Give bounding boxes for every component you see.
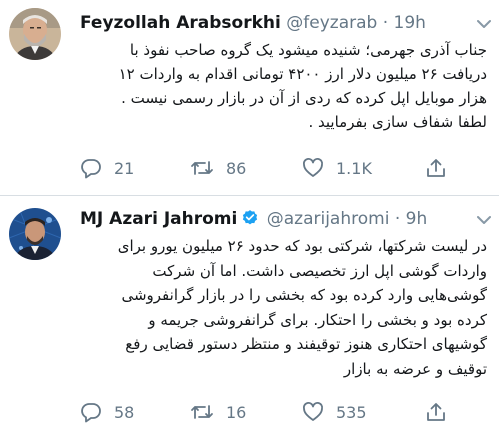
tweet-text: جناب آذری جهرمی؛ شنیده میشود یک گروه صاح… <box>78 38 487 134</box>
display-name[interactable]: MJ Azari Jahromi <box>80 209 237 229</box>
tweet-text-line: کرده بود و بخشی را احتکار. برای گرانفروش… <box>148 310 487 329</box>
tweet-text-line: واردات گوشی اپل ارز تخصیصی داشت. اما آن … <box>152 261 487 280</box>
tweet-text-line: گوشیهای احتکاری هنوز توقیفند و منتظر دست… <box>125 335 487 353</box>
tweet-text-line: لطفا شفاف سازی بفرمایید . <box>308 113 488 131</box>
reply-count: 58 <box>114 402 135 422</box>
tweet-header: Feyzollah Arabsorkhi @feyzarab · 19h <box>80 12 469 34</box>
tweet-text-line: هزار موبایل اپل کرده که ردی از آن در باز… <box>121 89 487 107</box>
share-icon <box>425 401 447 423</box>
like-button[interactable]: 1.1K <box>302 157 372 179</box>
separator-dot: · <box>382 13 389 33</box>
avatar[interactable] <box>9 8 61 60</box>
reply-icon <box>80 157 102 179</box>
retweet-count: 16 <box>226 402 247 422</box>
user-handle[interactable]: @feyzarab <box>286 13 377 33</box>
tweet-header: MJ Azari Jahromi @azarijahromi · 9h <box>80 208 469 233</box>
like-count: 1.1K <box>336 158 372 178</box>
user-handle[interactable]: @azarijahromi <box>267 209 390 229</box>
reply-count: 21 <box>114 158 135 178</box>
reply-button[interactable]: 21 <box>80 157 134 179</box>
heart-icon <box>302 157 324 179</box>
tweet-actions: 58 16 535 <box>80 401 479 427</box>
tweet-text-line: توقیف و عرضه به بازار <box>343 359 487 378</box>
tweet-actions: 21 86 1.1K <box>80 157 479 183</box>
share-icon <box>425 157 447 179</box>
retweet-button[interactable]: 16 <box>190 401 246 423</box>
avatar[interactable] <box>9 208 61 260</box>
tweet-text-line: دریافت ۲۶ میلیون دلار ارز ۴۲۰۰ تومانی اق… <box>118 65 487 83</box>
timestamp[interactable]: 9h <box>406 209 428 229</box>
tweet-text-line: گوشی‌هایی وارد کرده بود که بخشی را در با… <box>121 286 487 304</box>
verified-badge-icon <box>241 209 259 233</box>
retweet-icon <box>190 401 214 423</box>
heart-icon <box>302 401 324 423</box>
share-button[interactable] <box>425 401 447 423</box>
chevron-down-icon[interactable] <box>477 14 491 33</box>
tweet[interactable]: Feyzollah Arabsorkhi @feyzarab · 19h جنا… <box>0 0 499 196</box>
tweet-text-line: جناب آذری جهرمی؛ شنیده میشود یک گروه صاح… <box>129 41 487 59</box>
reply-button[interactable]: 58 <box>80 401 134 423</box>
chevron-down-icon[interactable] <box>477 210 491 229</box>
like-count: 535 <box>336 402 367 422</box>
tweet-text-line: در لیست شرکتها، شرکتی بود که حدود ۲۶ میل… <box>117 237 487 255</box>
reply-icon <box>80 401 102 423</box>
separator-dot: · <box>394 209 401 229</box>
timestamp[interactable]: 19h <box>394 13 426 33</box>
retweet-count: 86 <box>226 158 247 178</box>
tweet-text: در لیست شرکتها، شرکتی بود که حدود ۲۶ میل… <box>78 234 487 381</box>
share-button[interactable] <box>425 157 447 179</box>
retweet-button[interactable]: 86 <box>190 157 246 179</box>
display-name[interactable]: Feyzollah Arabsorkhi <box>80 13 281 33</box>
tweet[interactable]: MJ Azari Jahromi @azarijahromi · 9h در ل… <box>0 196 499 444</box>
like-button[interactable]: 535 <box>302 401 367 423</box>
retweet-icon <box>190 157 214 179</box>
